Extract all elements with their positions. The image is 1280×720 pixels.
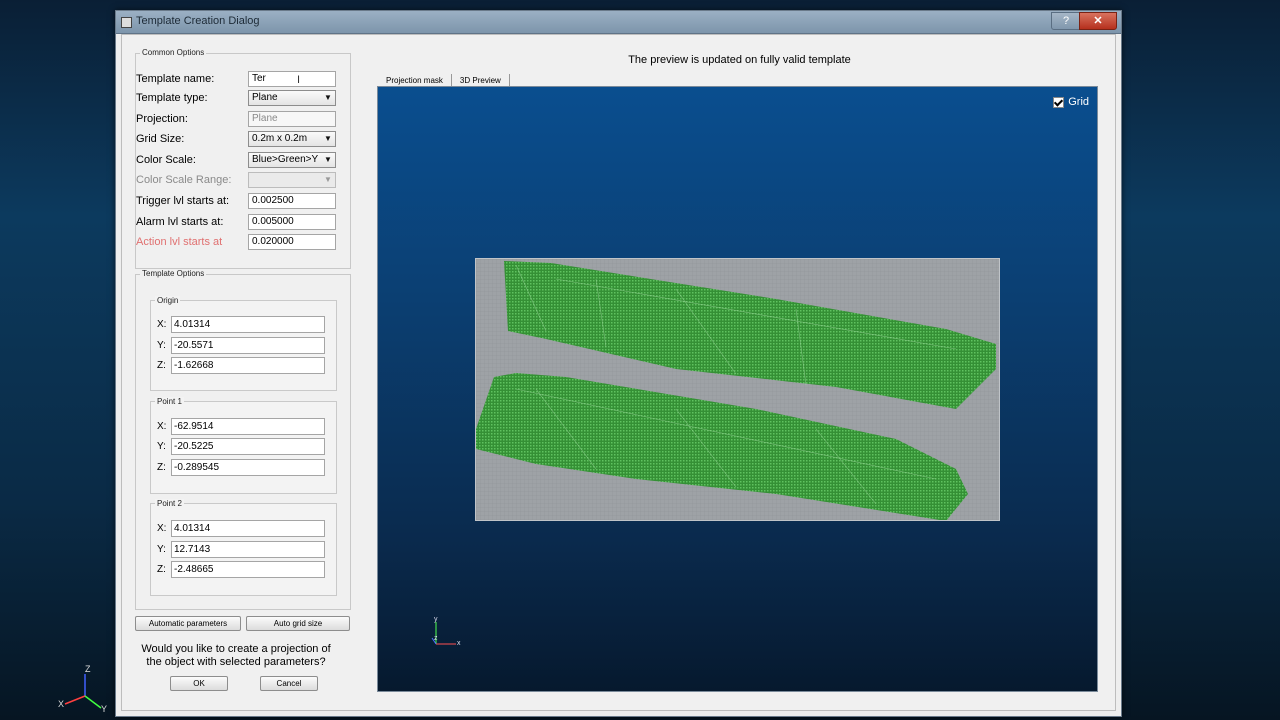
dialog-content: Common Options Template name: Ter I Temp… [121,34,1116,711]
color-scale-label: Color Scale: [136,154,196,166]
color-scale-range-label: Color Scale Range: [136,174,232,186]
point1-y-row: Y: -20.5225 [157,438,325,455]
axis-label-y: Y: [157,340,166,351]
point1-z-row: Z: -0.289545 [157,459,325,476]
origin-group: Origin X: 4.01314 Y: -20.5571 Z: -1.62668 [150,296,337,391]
check-icon[interactable] [1053,96,1065,108]
viewport-axis-x: x [457,640,461,647]
template-name-input[interactable]: Ter [248,71,336,87]
point2-y-input[interactable]: 12.7143 [171,541,325,558]
ok-button[interactable]: OK [170,676,228,691]
viewport-axis-y: y [434,616,438,623]
axis-label-x: X: [157,523,167,534]
color-scale-row: Color Scale: [136,152,196,168]
question-line-1: Would you like to create a projection of [141,643,331,655]
viewport-axes-icon: y x z [431,616,461,647]
point1-group: Point 1 X: -62.9514 Y: -20.5225 Z: -0.28954… [150,397,337,494]
action-label: Action lvl starts at [136,236,223,248]
point1-label: Point 1 [155,397,184,406]
confirm-question: Would you like to create a projection of… [122,643,350,669]
point-cloud-image [476,259,999,521]
title-bar[interactable]: Template Creation Dialog ? ✕ [116,11,1121,34]
preview-status-text: The preview is updated on fully valid te… [628,54,851,66]
trigger-input[interactable]: 0.002500 [248,193,336,209]
question-line-2: the object with selected parameters? [146,656,326,668]
grid-size-value: 0.2m x 0.2m [252,133,308,144]
point2-z-input[interactable]: -2.48665 [171,561,325,578]
action-input[interactable]: 0.020000 [248,234,336,250]
origin-x-row: X: 4.01314 [157,316,325,333]
close-button[interactable]: ✕ [1079,12,1117,30]
common-options-label: Common Options [140,48,207,57]
axis-label-y: Y: [157,441,166,452]
viewport-axis-z: z [434,635,438,642]
point1-x-input[interactable]: -62.9514 [171,418,325,435]
template-name-row: Template name: [136,71,214,87]
chevron-down-icon: ▼ [324,155,332,164]
help-button[interactable]: ? [1051,12,1081,30]
point2-group: Point 2 X: 4.01314 Y: 12.7143 Z: -2.48665 [150,499,337,596]
axis-label-y: Y: [157,544,166,555]
grid-toggle[interactable]: Grid [1053,96,1089,108]
desktop-axis-z: Z [85,664,91,674]
action-row: Action lvl starts at [136,234,222,250]
projection-field: Plane [248,111,336,127]
grid-size-label: Grid Size: [136,133,185,145]
axis-label-z: Z: [157,564,166,575]
preview-viewport[interactable]: Grid y x z [377,86,1098,692]
desktop-axis-y: Y [101,704,107,714]
projection-label: Projection: [136,113,188,125]
template-type-label: Template type: [136,92,208,104]
axis-label-z: Z: [157,360,166,371]
template-type-row: Template type: [136,90,208,106]
template-type-select[interactable]: Plane ▼ [248,90,336,106]
template-options-label: Template Options [140,269,207,278]
projection-mask-image [475,258,1000,521]
origin-label: Origin [155,296,181,305]
auto-grid-size-button[interactable]: Auto grid size [246,616,350,631]
color-scale-value: Blue>Green>Y [252,154,319,165]
axis-label-z: Z: [157,462,166,473]
point2-z-row: Z: -2.48665 [157,561,325,578]
chevron-down-icon: ▼ [324,134,332,143]
projection-row: Projection: [136,111,188,127]
window-title: Template Creation Dialog [136,15,260,27]
alarm-input[interactable]: 0.005000 [248,214,336,230]
template-type-value: Plane [252,92,278,103]
template-creation-dialog: Template Creation Dialog ? ✕ Common Opti… [115,10,1122,717]
template-name-label: Template name: [136,73,215,85]
grid-size-row: Grid Size: [136,131,184,147]
point2-label: Point 2 [155,499,184,508]
origin-y-row: Y: -20.5571 [157,337,325,354]
trigger-row: Trigger lvl starts at: [136,193,229,209]
point2-x-row: X: 4.01314 [157,520,325,537]
origin-y-input[interactable]: -20.5571 [171,337,325,354]
axis-label-x: X: [157,421,167,432]
cancel-button[interactable]: Cancel [260,676,318,691]
text-cursor-icon: I [297,74,301,86]
desktop-axis-x: X [58,699,64,709]
alarm-label: Alarm lvl starts at: [136,216,224,228]
color-scale-range-row: Color Scale Range: [136,172,231,188]
point2-x-input[interactable]: 4.01314 [171,520,325,537]
point2-y-row: Y: 12.7143 [157,541,325,558]
automatic-parameters-button[interactable]: Automatic parameters [135,616,241,631]
origin-x-input[interactable]: 4.01314 [171,316,325,333]
chevron-down-icon: ▼ [324,93,332,102]
origin-z-row: Z: -1.62668 [157,357,325,374]
point1-x-row: X: -62.9514 [157,418,325,435]
trigger-label: Trigger lvl starts at: [136,195,230,207]
grid-size-select[interactable]: 0.2m x 0.2m ▼ [248,131,336,147]
app-icon [121,17,132,28]
point1-y-input[interactable]: -20.5225 [171,438,325,455]
desktop-axes-icon: Z X Y [58,664,107,714]
axis-label-x: X: [157,319,167,330]
color-scale-select[interactable]: Blue>Green>Y ▼ [248,152,336,168]
color-scale-range-select: ▼ [248,172,336,188]
origin-z-input[interactable]: -1.62668 [171,357,325,374]
chevron-down-icon: ▼ [324,175,332,184]
grid-label: Grid [1068,96,1089,108]
point1-z-input[interactable]: -0.289545 [171,459,325,476]
alarm-row: Alarm lvl starts at: [136,214,223,230]
